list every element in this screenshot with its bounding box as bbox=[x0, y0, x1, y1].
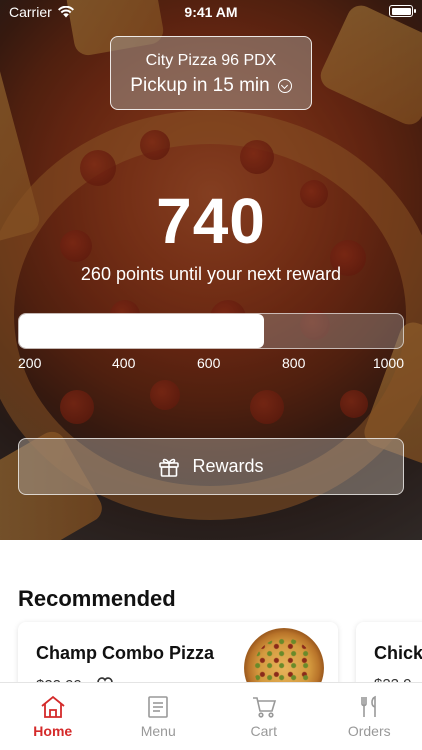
tab-orders[interactable]: Orders bbox=[321, 683, 417, 750]
scale-label: 400 bbox=[112, 355, 136, 371]
pickup-time: Pickup in 15 min bbox=[111, 73, 311, 99]
store-selector[interactable]: City Pizza 96 PDX Pickup in 15 min bbox=[110, 36, 312, 110]
status-bar: Carrier 9:41 AM bbox=[0, 0, 422, 24]
scale-label: 1000 bbox=[372, 355, 404, 371]
status-time: 9:41 AM bbox=[184, 4, 238, 20]
rewards-progress-bar bbox=[18, 313, 404, 349]
app-screen: Carrier 9:41 AM City Pizza 96 PDX Pickup… bbox=[0, 0, 422, 750]
rewards-progress-fill bbox=[19, 314, 264, 348]
gift-icon bbox=[159, 458, 180, 477]
battery-icon bbox=[389, 5, 416, 17]
points-to-next-reward: 260 points until your next reward bbox=[80, 264, 342, 284]
cart-icon bbox=[252, 697, 276, 718]
scale-label: 600 bbox=[197, 355, 221, 371]
store-name: City Pizza 96 PDX bbox=[145, 52, 277, 69]
tab-label: Home bbox=[33, 723, 73, 739]
tab-cart[interactable]: Cart bbox=[216, 683, 312, 750]
home-icon bbox=[41, 695, 65, 718]
scale-label: 200 bbox=[18, 355, 42, 371]
scale-label: 800 bbox=[282, 355, 306, 371]
chevron-down-icon bbox=[277, 79, 292, 93]
pickup-label: Pickup in 15 min bbox=[130, 75, 270, 96]
points-balance: 740 bbox=[156, 185, 266, 257]
fork-knife-icon bbox=[361, 695, 377, 717]
rewards-button[interactable]: Rewards bbox=[18, 438, 404, 495]
tab-bar: Home Menu Cart Orders bbox=[0, 682, 422, 750]
recommended-heading: Recommended bbox=[18, 586, 176, 611]
menu-icon bbox=[148, 696, 169, 718]
rewards-button-label: Rewards bbox=[192, 456, 264, 476]
tab-label: Orders bbox=[347, 723, 391, 739]
tab-home[interactable]: Home bbox=[5, 683, 101, 750]
item-name: Chick bbox=[374, 643, 422, 663]
item-name: Champ Combo Pizza bbox=[36, 643, 215, 663]
tab-label: Menu bbox=[140, 723, 176, 739]
tab-label: Cart bbox=[250, 723, 277, 739]
progress-scale: 200 400 600 800 1000 bbox=[18, 355, 404, 373]
tab-menu[interactable]: Menu bbox=[110, 683, 206, 750]
